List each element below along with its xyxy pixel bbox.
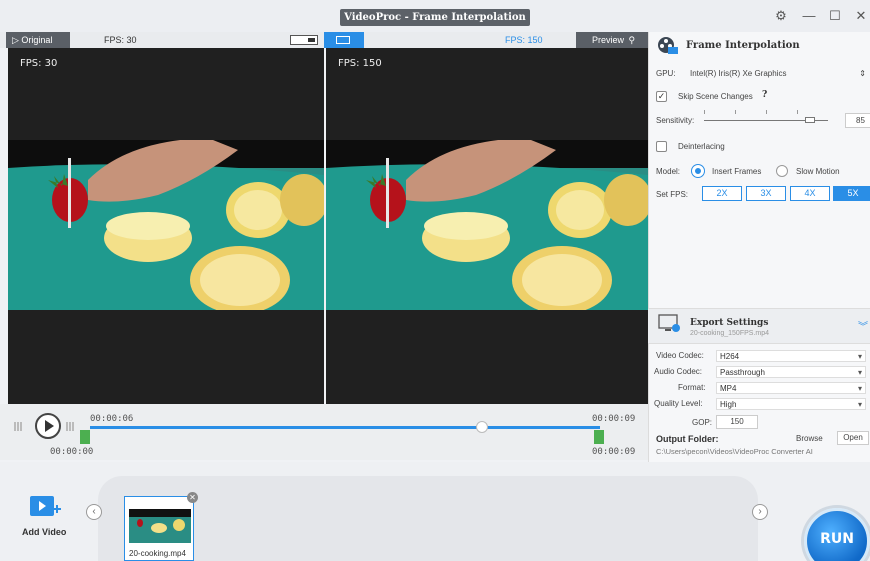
frame-back-icon[interactable] [14,422,23,431]
film-reel-icon [656,36,678,54]
maximize-icon[interactable]: ☐ [826,8,844,24]
trim-start-marker[interactable] [80,430,90,444]
left-fps-overlay: FPS: 30 [20,58,58,69]
start-time: 00:00:00 [50,447,94,457]
close-icon[interactable]: ✕ [852,8,870,24]
compare-view-toggle[interactable] [324,32,364,48]
frame-forward-icon[interactable] [66,422,75,431]
fps-3x-button[interactable]: 3X [746,186,786,201]
play-button[interactable] [35,413,61,439]
quality-select[interactable]: High [716,398,866,410]
current-time: 00:00:06 [90,414,134,424]
help-icon[interactable]: ? [762,90,767,100]
video-frame-right [326,140,648,310]
timeline-track[interactable] [90,426,600,429]
minimize-icon[interactable]: — [800,8,818,24]
original-video-pane: FPS: 30 [8,48,324,404]
skip-scene-label: Skip Scene Changes [678,92,753,101]
export-settings-title: Export Settings [690,318,769,328]
trim-end-marker[interactable] [594,430,604,444]
slider-thumb[interactable] [805,117,815,123]
original-tab[interactable]: ▷ Original [6,32,70,48]
output-path: C:\Users\pecon\Videos\VideoProc Converte… [656,447,813,456]
audio-codec-select[interactable]: Passthrough [716,366,866,378]
window-title: VideoProc - Frame Interpolation [340,9,530,26]
fps-5x-button[interactable]: 5X [833,186,870,201]
slow-motion-label: Slow Motion [796,167,840,176]
interpolated-video-pane: FPS: 150 [326,48,648,404]
export-filename: 20-cooking_150FPS.mp4 [690,330,769,337]
end-time-top: 00:00:09 [592,414,636,424]
scroll-left-button[interactable]: ‹ [86,504,102,520]
settings-icon[interactable]: ⚙ [772,8,790,24]
chevron-down-icon[interactable]: ︾ [858,318,868,333]
radio-slow-motion[interactable] [776,165,788,177]
video-frame-left [8,140,324,310]
timeline-playhead[interactable] [476,421,488,433]
gop-input[interactable]: 150 [716,415,758,429]
insert-frames-label: Insert Frames [712,167,762,176]
compare-icon [336,36,350,44]
deinterlacing-label: Deinterlacing [678,142,725,151]
set-fps-label: Set FPS: [656,190,689,199]
remove-video-icon[interactable]: ✕ [187,492,198,503]
sensitivity-input[interactable]: 85 [845,113,870,128]
add-video-icon[interactable] [28,494,62,520]
add-video-label[interactable]: Add Video [22,527,66,537]
timeline-bar [0,404,648,460]
export-monitor-icon [658,314,682,334]
spinner-icon: ⇕ [859,69,866,78]
gpu-value: Intel(R) Iris(R) Xe Graphics [690,69,787,78]
format-label: Format: [678,383,706,392]
audio-codec-label: Audio Codec: [654,367,703,376]
output-folder-label: Output Folder: [656,434,719,444]
fps-2x-button[interactable]: 2X [702,186,742,201]
media-strip [98,476,758,561]
gpu-select[interactable]: Intel(R) Iris(R) Xe Graphics ⇕ [690,69,866,78]
video-thumbnail[interactable]: 20-cooking.mp4 [124,496,194,561]
split-view-toggle[interactable] [290,35,318,45]
open-button[interactable]: Open [837,431,869,445]
frame-interpolation-title: Frame Interpolation [686,40,800,51]
thumbnail-filename: 20-cooking.mp4 [129,549,186,558]
preview-label: Preview [592,35,625,45]
model-label: Model: [656,167,681,176]
deinterlacing-checkbox[interactable] [656,141,667,152]
fps-right-label: FPS: 150 [505,35,543,45]
right-fps-overlay: FPS: 150 [338,58,382,69]
slider-ticks [704,110,828,114]
end-time-bottom: 00:00:09 [592,447,636,457]
thumbnail-image [129,509,191,543]
sensitivity-label: Sensitivity: [656,116,695,125]
fps-4x-button[interactable]: 4X [790,186,830,201]
search-icon: ⚲ [628,35,636,45]
video-codec-label: Video Codec: [656,351,704,360]
gpu-label: GPU: [656,69,676,78]
browse-button[interactable]: Browse [796,434,823,443]
scroll-right-button[interactable]: › [752,504,768,520]
fps-left-label: FPS: 30 [104,35,137,45]
skip-scene-checkbox[interactable]: ✓ [656,91,667,102]
video-codec-select[interactable]: H264 [716,350,866,362]
preview-tab[interactable]: Preview ⚲ [576,32,648,48]
radio-insert-frames[interactable] [692,165,704,177]
quality-label: Quality Level: [654,399,703,408]
format-select[interactable]: MP4 [716,382,866,394]
gop-label: GOP: [692,418,713,427]
